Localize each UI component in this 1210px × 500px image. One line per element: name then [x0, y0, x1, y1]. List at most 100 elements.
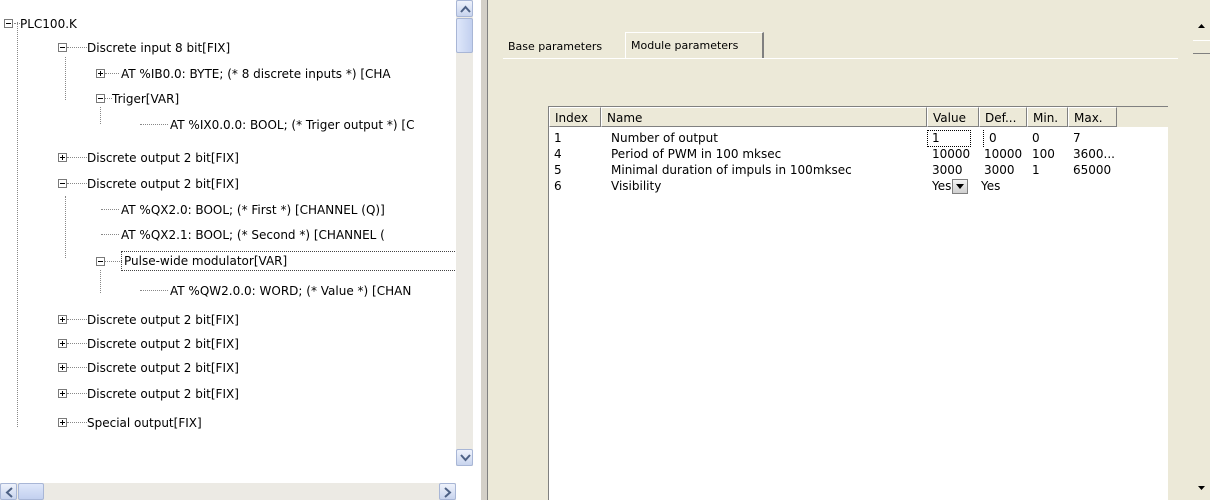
- tree-node-label: Discrete output 2 bit[FIX]: [87, 337, 239, 351]
- expand-icon[interactable]: [58, 418, 67, 427]
- expand-icon[interactable]: [58, 153, 67, 162]
- tree-guide-line: [67, 343, 87, 344]
- tree-node-label: AT %QX2.1: BOOL; (* Second *) [CHANNEL (: [121, 228, 385, 242]
- tree-guide-line: [105, 261, 122, 262]
- cell-default: 10000: [984, 147, 1023, 161]
- dropdown-arrow-icon[interactable]: [952, 179, 969, 194]
- tree-guide-line: [105, 98, 112, 99]
- tree-hscroll-thumb[interactable]: [18, 483, 44, 500]
- tree-node-qx-second[interactable]: AT %QX2.1: BOOL; (* Second *) [CHANNEL (: [0, 225, 460, 245]
- cell-value[interactable]: 1: [927, 130, 971, 147]
- tree-node-root[interactable]: PLC100.K: [0, 14, 440, 34]
- cell-default: Yes: [981, 179, 1001, 193]
- arrow-right-icon[interactable]: [439, 483, 456, 500]
- tree-node-discrete-output[interactable]: Discrete output 2 bit[FIX]: [0, 334, 460, 354]
- collapse-icon[interactable]: [96, 94, 105, 103]
- cell-min: 100: [1032, 147, 1055, 161]
- tree-guide-line: [67, 422, 87, 423]
- tree-scroll-thumb[interactable]: [456, 18, 473, 53]
- tree-node-label: Pulse-wide modulator[VAR]: [121, 251, 459, 271]
- cell-max: 3600...: [1073, 147, 1115, 161]
- cell-name: Period of PWM in 100 mksec: [611, 147, 782, 161]
- table-row[interactable]: 1 Number of output 1 0 0 7: [549, 130, 1169, 147]
- tree-node-special-output[interactable]: Special output[FIX]: [0, 413, 460, 433]
- table-row[interactable]: 5 Minimal duration of impuls in 100mksec…: [549, 162, 1169, 179]
- tree-guide-line: [67, 183, 87, 184]
- tree-guide-line: [67, 157, 87, 158]
- table-row[interactable]: 4 Period of PWM in 100 mksec 10000 10000…: [549, 146, 1169, 163]
- column-header-name[interactable]: Name: [601, 107, 927, 127]
- expand-icon[interactable]: [58, 315, 67, 324]
- tree-node-discrete-output[interactable]: Discrete output 2 bit[FIX]: [0, 148, 460, 168]
- cell-min: [1027, 178, 1068, 195]
- tree-node-ix-bool[interactable]: AT %IX0.0.0: BOOL; (* Triger output *) […: [0, 115, 460, 135]
- tree-node-label: Discrete output 2 bit[FIX]: [87, 151, 239, 165]
- tree-node-label: Special output[FIX]: [87, 416, 202, 430]
- expand-icon[interactable]: [58, 389, 67, 398]
- cell-name: Minimal duration of impuls in 100mksec: [611, 163, 852, 177]
- tree-node-discrete-output[interactable]: Discrete output 2 bit[FIX]: [0, 310, 460, 330]
- module-parameters-grid[interactable]: Index Name Value Def... Min. Max. 1 Numb…: [548, 106, 1169, 500]
- collapse-icon[interactable]: [96, 257, 105, 266]
- arrow-down-icon[interactable]: [456, 449, 473, 466]
- column-header-index[interactable]: Index: [549, 107, 601, 127]
- cell-value[interactable]: 10000: [927, 146, 979, 163]
- tab-module-parameters[interactable]: Module parameters: [625, 32, 764, 58]
- cell-min: 0: [1032, 131, 1040, 145]
- column-header-min[interactable]: Min.: [1027, 107, 1068, 127]
- tree-node-triger[interactable]: Triger[VAR]: [0, 89, 460, 109]
- device-tree[interactable]: PLC100.K Discrete input 8 bit[FIX] AT %I…: [0, 0, 480, 500]
- tree-vertical-scrollbar[interactable]: [456, 0, 473, 466]
- cell-index: 4: [554, 147, 562, 161]
- tree-node-label: AT %IB0.0: BYTE; (* 8 discrete inputs *)…: [121, 67, 391, 81]
- tree-node-label: Discrete output 2 bit[FIX]: [87, 313, 239, 327]
- collapse-icon[interactable]: [58, 43, 67, 52]
- expand-icon[interactable]: [58, 339, 67, 348]
- expand-icon[interactable]: [96, 69, 105, 78]
- cell-name: Visibility: [611, 179, 662, 193]
- cell-max: 7: [1073, 131, 1081, 145]
- tree-node-ib-byte[interactable]: AT %IB0.0: BYTE; (* 8 discrete inputs *)…: [0, 64, 460, 84]
- tree-guide-line: [140, 124, 168, 125]
- column-header-value[interactable]: Value: [927, 107, 979, 127]
- tree-node-discrete-output[interactable]: Discrete output 2 bit[FIX]: [0, 384, 460, 404]
- tree-node-qw-word[interactable]: AT %QW2.0.0: WORD; (* Value *) [CHAN: [0, 281, 460, 301]
- tree-node-label: PLC100.K: [20, 17, 77, 31]
- cell-name: Number of output: [611, 131, 718, 145]
- arrow-left-icon[interactable]: [0, 483, 17, 500]
- tree-node-discrete-output[interactable]: Discrete output 2 bit[FIX]: [0, 358, 460, 378]
- tree-node-pwm[interactable]: Pulse-wide modulator[VAR]: [0, 251, 460, 272]
- tree-guide-line: [67, 393, 87, 394]
- tree-guide-line: [105, 73, 119, 74]
- collapse-icon[interactable]: [58, 179, 67, 188]
- tree-node-label: Discrete input 8 bit[FIX]: [87, 41, 231, 55]
- expand-icon[interactable]: [58, 363, 67, 372]
- tree-guide-line: [67, 47, 87, 48]
- arrow-up-icon[interactable]: [456, 0, 473, 17]
- visibility-combo[interactable]: Yes: [927, 178, 979, 195]
- tree-guide-line: [67, 367, 87, 368]
- cell-max: [1068, 178, 1117, 195]
- cell-value[interactable]: 3000: [927, 162, 979, 179]
- tree-node-qx-first[interactable]: AT %QX2.0: BOOL; (* First *) [CHANNEL (Q…: [0, 200, 460, 220]
- cell-default: 0: [983, 130, 1027, 147]
- column-header-default[interactable]: Def...: [979, 107, 1027, 127]
- tree-guide-line: [67, 319, 87, 320]
- tab-base-parameters[interactable]: Base parameters: [503, 36, 624, 58]
- cell-max: 65000: [1073, 163, 1112, 177]
- collapse-icon[interactable]: [4, 19, 13, 28]
- tree-horizontal-scrollbar[interactable]: [0, 483, 456, 500]
- tree-guide-line: [101, 234, 119, 235]
- arrow-down-icon[interactable]: [1193, 482, 1210, 494]
- tab-divider: [503, 58, 1178, 59]
- column-header-max[interactable]: Max.: [1068, 107, 1117, 127]
- panel-scroll-thumb[interactable]: [1193, 40, 1210, 54]
- arrow-up-icon[interactable]: [1193, 20, 1210, 32]
- table-row[interactable]: 6 Visibility Yes Yes: [549, 178, 1169, 195]
- pane-splitter[interactable]: [480, 0, 488, 500]
- cell-index: 6: [554, 179, 562, 193]
- tree-node-discrete-output-expanded[interactable]: Discrete output 2 bit[FIX]: [0, 174, 460, 194]
- tree-node-discrete-input[interactable]: Discrete input 8 bit[FIX]: [0, 38, 460, 58]
- cell-min: 1: [1032, 163, 1040, 177]
- panel-vertical-scrollbar[interactable]: [1193, 0, 1210, 500]
